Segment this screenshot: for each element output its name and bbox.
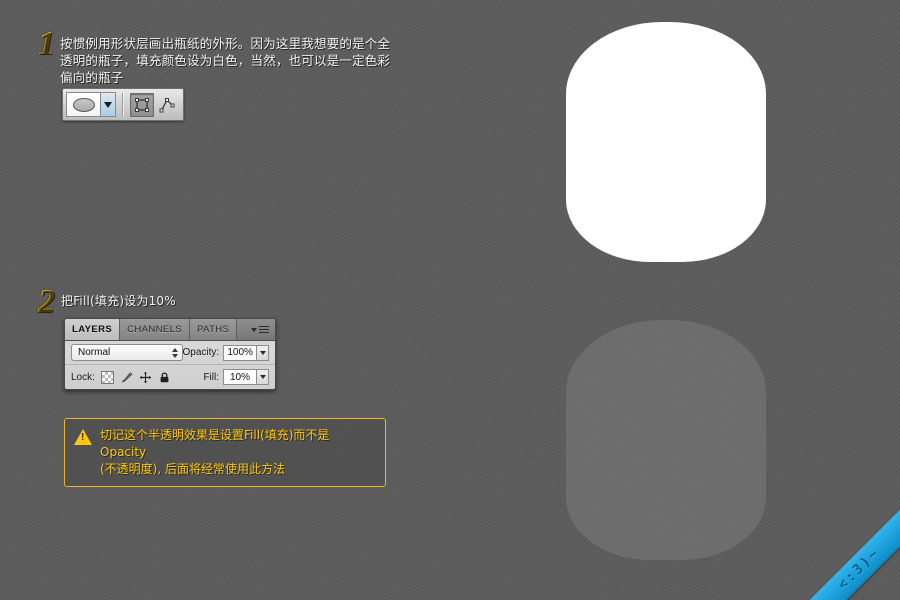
note-callout: 切记这个半透明效果是设置Fill(填充)而不是Opacity (不透明度), 后… — [64, 418, 386, 487]
note-text: 切记这个半透明效果是设置Fill(填充)而不是Opacity (不透明度), 后… — [100, 428, 330, 476]
corner-ribbon-text: <:3)~ — [834, 544, 884, 594]
panel-menu-icon[interactable] — [247, 319, 275, 340]
lock-row: Lock: Fill: 10% — [65, 365, 275, 389]
lock-image-pixels-icon[interactable] — [120, 371, 133, 384]
fill-input[interactable]: 10% — [223, 369, 257, 385]
opacity-stepper-icon[interactable] — [257, 344, 269, 361]
caret-glyph — [251, 327, 257, 332]
opacity-input[interactable]: 100% — [223, 344, 258, 361]
hamburger-lines-icon — [259, 326, 269, 333]
bottle-shape-white — [566, 22, 766, 262]
ellipse-glyph-icon — [72, 97, 95, 112]
fill-stepper-icon[interactable] — [257, 369, 269, 385]
corner-ribbon: <:3)~ — [789, 499, 900, 600]
step-1-number: 1 — [38, 25, 55, 62]
step-1-instruction-text: 按惯例用形状层画出瓶纸的外形。因为这里我想要的是个全透明的瓶子，填充颜色设为白色… — [60, 36, 391, 85]
blend-mode-row: Normal Opacity: 100% — [65, 341, 275, 365]
chevron-down-icon[interactable] — [101, 92, 116, 117]
tab-channels[interactable]: CHANNELS — [120, 319, 190, 340]
toolbar-divider — [122, 92, 124, 117]
lock-all-icon[interactable] — [158, 371, 171, 384]
caret-glyph — [104, 101, 112, 108]
opacity-label: Opacity: — [182, 347, 220, 358]
tab-paths-label: PATHS — [197, 324, 230, 335]
fill-label: Fill: — [203, 371, 219, 383]
tab-paths[interactable]: PATHS — [190, 319, 238, 340]
lock-transparent-pixels-icon[interactable] — [100, 370, 114, 384]
shape-tool-options-bar[interactable] — [62, 88, 184, 121]
pen-path-icon[interactable] — [156, 94, 178, 116]
step-2-instruction-text: 把Fill(填充)设为10% — [61, 294, 176, 308]
path-bounding-box-icon[interactable] — [130, 92, 154, 117]
lock-label: Lock: — [71, 371, 95, 383]
tab-layers-label: LAYERS — [72, 324, 113, 335]
up-down-arrows-icon — [171, 347, 178, 358]
blend-mode-select[interactable]: Normal — [71, 344, 183, 361]
ellipse-shape-icon[interactable] — [66, 92, 101, 117]
warning-triangle-icon — [74, 429, 92, 445]
step-2-number: 2 — [38, 283, 55, 320]
tab-channels-label: CHANNELS — [127, 324, 182, 335]
tab-layers[interactable]: LAYERS — [65, 319, 121, 340]
tutorial-canvas: 1 按惯例用形状层画出瓶纸的外形。因为这里我想要的是个全透明的瓶子，填充颜色设为… — [0, 0, 900, 600]
panel-tab-bar: LAYERS CHANNELS PATHS — [65, 319, 275, 341]
bottle-shape-10-percent-fill — [566, 320, 766, 560]
layers-panel[interactable]: LAYERS CHANNELS PATHS Normal Opacity: 10… — [64, 318, 276, 390]
blend-mode-value: Normal — [78, 347, 111, 358]
lock-position-icon[interactable] — [139, 371, 152, 384]
